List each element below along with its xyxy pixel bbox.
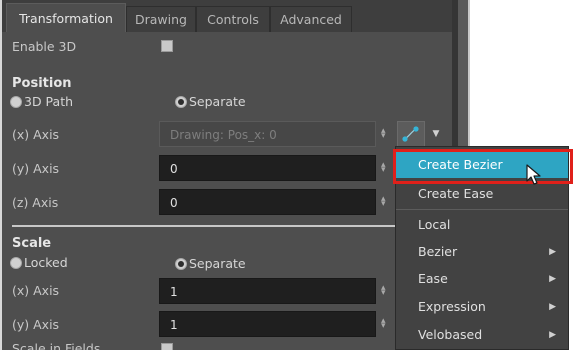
spinner-arrows-icon[interactable]: ▴ ▾: [381, 127, 391, 141]
menu-item-velobased[interactable]: Velobased ▶: [396, 322, 568, 348]
enable-3d-checkbox[interactable]: [161, 40, 173, 52]
tab-advanced[interactable]: Advanced: [270, 6, 352, 32]
scale-y-axis-label: (y) Axis: [12, 317, 60, 332]
scale-heading: Scale: [12, 236, 52, 251]
menu-item-label: Local: [418, 217, 451, 232]
menu-separator: [396, 209, 568, 210]
spinner-arrows-icon[interactable]: ▴ ▾: [381, 161, 391, 175]
position-x-axis-label: (x) Axis: [12, 127, 60, 142]
radio-3d-path-label: 3D Path: [24, 94, 74, 109]
radio-position-separate[interactable]: [175, 95, 187, 108]
chevron-right-icon: ▶: [549, 330, 556, 340]
radio-scale-locked-label: Locked: [24, 255, 68, 270]
position-y-axis-label: (y) Axis: [12, 161, 60, 176]
chevron-right-icon: ▶: [549, 274, 556, 284]
chevron-right-icon: ▶: [549, 247, 556, 257]
tab-bar: Transformation Drawing Controls Advanced: [2, 0, 452, 32]
function-button[interactable]: [397, 121, 425, 147]
radio-scale-locked[interactable]: [10, 256, 22, 269]
menu-item-label: Expression: [418, 299, 486, 314]
spinner-arrows-icon[interactable]: ▴ ▾: [381, 284, 391, 298]
scale-x-axis-field[interactable]: 1: [159, 278, 376, 304]
position-z-axis-label: (z) Axis: [12, 195, 59, 210]
spinner-arrows-icon[interactable]: ▴ ▾: [381, 195, 391, 209]
menu-item-ease[interactable]: Ease ▶: [396, 266, 568, 292]
position-y-axis-field[interactable]: 0: [159, 155, 376, 181]
position-3d-path-option[interactable]: 3D Path: [10, 94, 73, 109]
position-x-axis-field[interactable]: Drawing: Pos_x: 0: [159, 121, 376, 147]
tab-transformation[interactable]: Transformation: [6, 3, 126, 32]
scale-in-fields-checkbox[interactable]: [161, 343, 173, 350]
position-separate-option[interactable]: Separate: [175, 94, 246, 109]
menu-item-label: Create Ease: [418, 186, 494, 201]
section-divider: [12, 225, 444, 227]
scale-in-fields-label: Scale in Fields: [12, 341, 101, 350]
radio-scale-separate-label: Separate: [189, 256, 246, 271]
layer-properties-view: Transformation Drawing Controls Advanced…: [0, 0, 575, 350]
chevron-right-icon: ▶: [549, 302, 556, 312]
chevron-down-icon[interactable]: ▼: [428, 121, 444, 147]
scale-x-axis-label: (x) Axis: [12, 283, 60, 298]
menu-item-create-ease[interactable]: Create Ease: [396, 181, 568, 207]
tab-drawing[interactable]: Drawing: [126, 6, 196, 32]
layer-properties-panel: Transformation Drawing Controls Advanced…: [2, 0, 452, 350]
scale-separate-option[interactable]: Separate: [175, 256, 246, 271]
menu-item-label: Ease: [418, 271, 448, 286]
tab-controls[interactable]: Controls: [196, 6, 270, 32]
mouse-pointer-icon: [526, 164, 541, 185]
radio-3d-path[interactable]: [10, 95, 22, 108]
callout-highlight-box: [393, 149, 573, 184]
radio-position-separate-label: Separate: [189, 94, 246, 109]
scale-locked-option[interactable]: Locked: [10, 255, 68, 270]
menu-item-local[interactable]: Local: [396, 212, 568, 238]
menu-item-expression[interactable]: Expression ▶: [396, 294, 568, 320]
menu-item-label: Velobased: [418, 327, 483, 342]
function-curve-icon: [402, 126, 419, 142]
enable-3d-label: Enable 3D: [12, 39, 77, 54]
position-z-axis-field[interactable]: 0: [159, 189, 376, 215]
radio-scale-separate[interactable]: [175, 257, 187, 270]
menu-item-label: Bezier: [418, 244, 458, 259]
scale-y-axis-field[interactable]: 1: [159, 311, 376, 337]
menu-item-bezier[interactable]: Bezier ▶: [396, 239, 568, 265]
position-heading: Position: [12, 76, 72, 91]
spinner-arrows-icon[interactable]: ▴ ▾: [381, 317, 391, 331]
